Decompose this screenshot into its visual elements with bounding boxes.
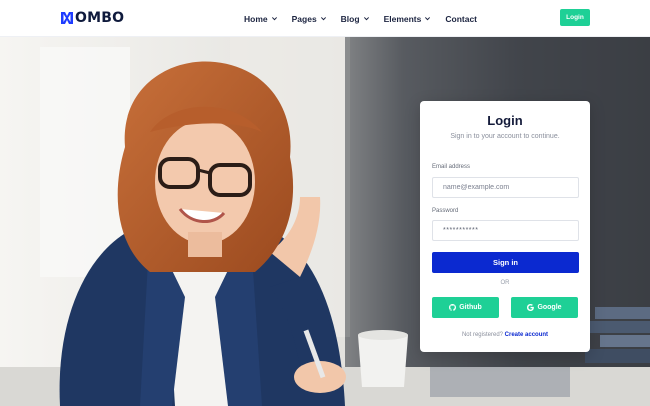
nav-item-label: Home <box>244 13 268 24</box>
google-label: Google <box>537 304 562 311</box>
github-icon <box>449 304 457 311</box>
chevron-down-icon <box>271 17 277 21</box>
password-value: *********** <box>443 227 479 234</box>
nav-item-pages[interactable]: Pages <box>292 14 327 24</box>
email-label: Email address <box>432 164 471 170</box>
github-button[interactable]: Github <box>432 297 499 318</box>
header-login-button[interactable]: Login <box>560 9 590 26</box>
email-field-wrapper <box>432 177 579 198</box>
nav-item-label: Blog <box>340 13 360 24</box>
email-field[interactable] <box>443 184 578 191</box>
nav-item-elements[interactable]: Elements <box>384 14 432 24</box>
nav-item-label: Contact <box>445 13 477 24</box>
brand-name: OMBO <box>75 10 125 26</box>
or-divider: OR <box>500 280 510 286</box>
login-title: Login <box>487 113 523 128</box>
site-header: OMBO Home Pages Blog Elements Contact Lo… <box>0 0 650 37</box>
google-icon <box>527 304 535 311</box>
login-subtitle: Sign in to your account to continue. <box>450 133 560 140</box>
chevron-down-icon <box>363 17 369 21</box>
nav-item-home[interactable]: Home <box>244 14 278 24</box>
nav-item-blog[interactable]: Blog <box>341 14 370 24</box>
create-account-link[interactable]: Create account <box>505 332 548 338</box>
main-nav: Home Pages Blog Elements Contact <box>244 0 491 37</box>
register-prompt: Not registered? Create account <box>420 332 590 338</box>
brand-logo[interactable]: OMBO <box>60 9 124 27</box>
brand-logo-icon <box>61 12 73 24</box>
nav-item-label: Pages <box>291 13 317 24</box>
chevron-down-icon <box>425 17 431 21</box>
sign-in-button[interactable]: Sign in <box>432 252 579 273</box>
register-text: Not registered? <box>461 332 503 338</box>
google-button[interactable]: Google <box>511 297 578 318</box>
login-card: Login Sign in to your account to continu… <box>420 101 590 352</box>
chevron-down-icon <box>320 17 326 21</box>
nav-item-label: Elements <box>383 13 422 24</box>
github-label: Github <box>459 304 482 311</box>
password-label: Password <box>432 208 459 214</box>
password-field[interactable]: *********** <box>432 220 579 241</box>
hero-section: Login Sign in to your account to continu… <box>0 37 650 406</box>
nav-item-contact[interactable]: Contact <box>445 14 477 24</box>
